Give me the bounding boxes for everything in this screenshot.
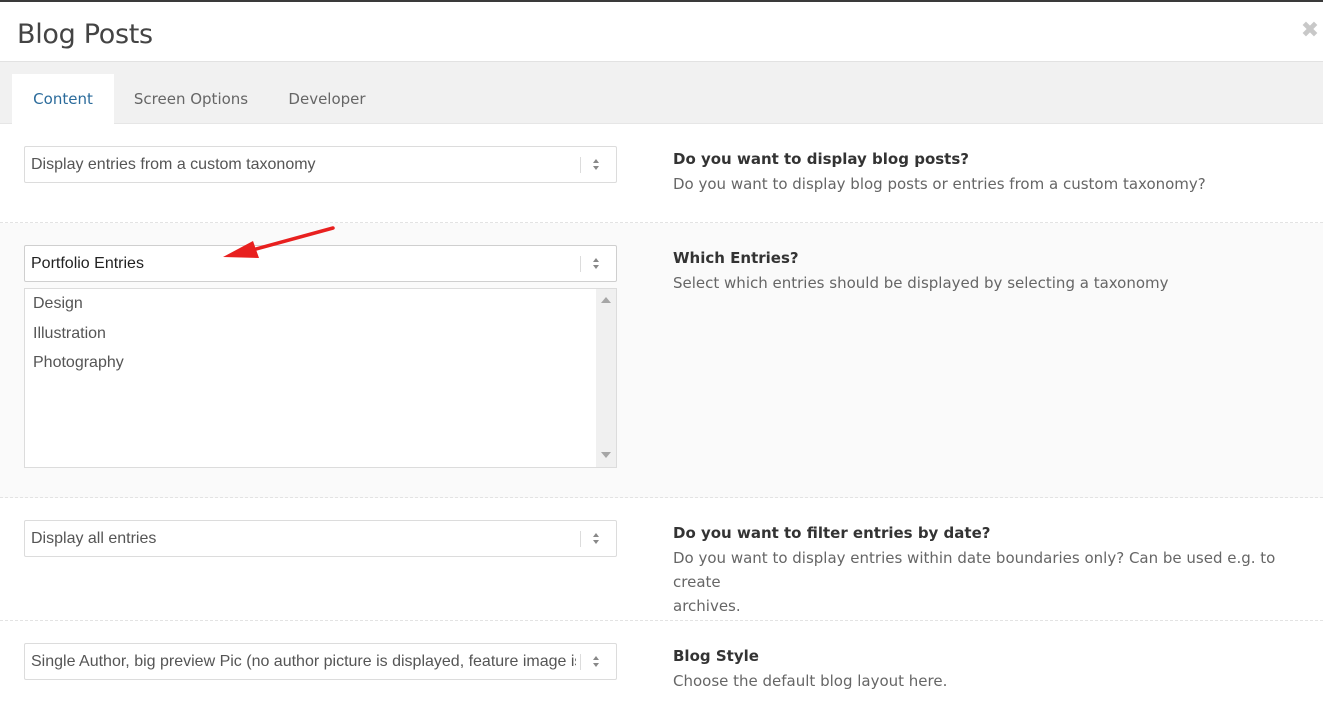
chevron-updown-icon xyxy=(588,246,606,281)
select-value: Display entries from a custom taxonomy xyxy=(31,156,316,173)
select-divider xyxy=(580,531,581,547)
chevron-updown-icon xyxy=(588,644,606,679)
display-source-help: Do you want to display blog posts? Do yo… xyxy=(673,149,1303,196)
date-filter-help: Do you want to filter entries by date? D… xyxy=(673,523,1303,618)
blog-style-help: Blog Style Choose the default blog layou… xyxy=(673,646,1303,693)
field-description: Choose the default blog layout here. xyxy=(673,672,948,690)
field-heading: Which Entries? xyxy=(673,249,799,267)
list-option-photography[interactable]: Photography xyxy=(33,354,124,372)
date-filter-row: Display all entries Do you want to filte… xyxy=(0,498,1323,621)
list-option-design[interactable]: Design xyxy=(33,295,83,313)
field-description: Do you want to display entries within da… xyxy=(673,546,1303,618)
date-filter-select[interactable]: Display all entries xyxy=(24,520,617,557)
blog-style-row: Single Author, big preview Pic (no autho… xyxy=(0,621,1323,711)
tab-content[interactable]: Content xyxy=(12,74,114,124)
modal-title: Blog Posts xyxy=(17,19,153,50)
tab-developer[interactable]: Developer xyxy=(271,74,383,124)
entries-multiselect[interactable]: Design Illustration Photography xyxy=(24,288,617,468)
select-divider xyxy=(580,256,581,272)
tab-screen-options[interactable]: Screen Options xyxy=(118,74,264,124)
which-entries-help: Which Entries? Select which entries shou… xyxy=(673,248,1303,295)
tab-bar: Content Screen Options Developer xyxy=(0,62,1323,124)
select-divider xyxy=(580,654,581,670)
select-divider xyxy=(580,157,581,173)
scroll-down-icon[interactable] xyxy=(601,452,611,458)
field-heading: Blog Style xyxy=(673,647,759,665)
modal-header: Blog Posts ✖ xyxy=(0,2,1323,62)
close-icon[interactable]: ✖ xyxy=(1299,18,1321,44)
taxonomy-select[interactable]: Portfolio Entries xyxy=(24,245,617,282)
select-value: Portfolio Entries xyxy=(31,255,144,272)
field-description-line: archives. xyxy=(673,597,741,615)
display-source-row: Display entries from a custom taxonomy D… xyxy=(0,124,1323,223)
select-value: Display all entries xyxy=(31,530,157,547)
field-description-line: Do you want to display entries within da… xyxy=(673,549,1276,591)
listbox-scrollbar[interactable] xyxy=(596,289,616,467)
blog-style-select[interactable]: Single Author, big preview Pic (no autho… xyxy=(24,643,617,680)
field-heading: Do you want to display blog posts? xyxy=(673,150,969,168)
scroll-up-icon[interactable] xyxy=(601,297,611,303)
chevron-updown-icon xyxy=(588,521,606,556)
field-heading: Do you want to filter entries by date? xyxy=(673,524,991,542)
field-description: Select which entries should be displayed… xyxy=(673,274,1169,292)
field-description: Do you want to display blog posts or ent… xyxy=(673,175,1206,193)
chevron-updown-icon xyxy=(588,147,606,182)
display-source-select[interactable]: Display entries from a custom taxonomy xyxy=(24,146,617,183)
select-value: Single Author, big preview Pic (no autho… xyxy=(31,653,576,670)
list-option-illustration[interactable]: Illustration xyxy=(33,325,106,343)
